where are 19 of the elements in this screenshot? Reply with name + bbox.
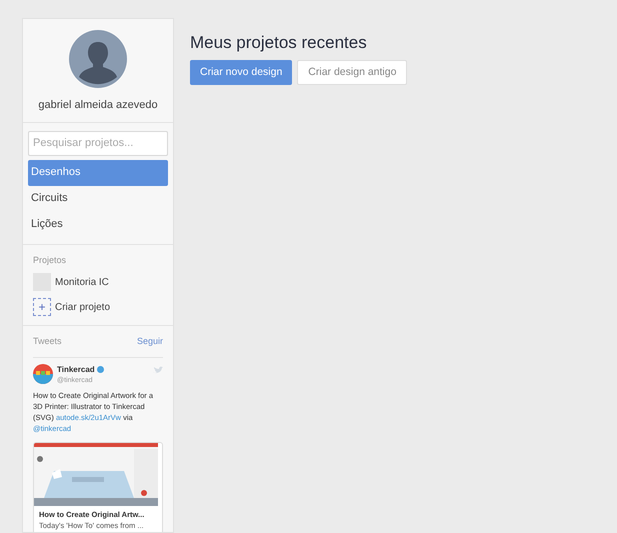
page-title: Meus projetos recentes (190, 33, 368, 53)
project-link[interactable]: Criar projeto (55, 300, 110, 314)
nav-item[interactable]: Circuits (28, 186, 168, 212)
add-icon[interactable]: + (33, 298, 51, 316)
project-link[interactable]: Monitoria IC (55, 274, 109, 290)
nav-item[interactable]: Desenhos (28, 160, 168, 186)
nav-item[interactable]: Lições (28, 212, 168, 238)
bird-icon (153, 366, 163, 374)
section-heading: Tweets (33, 335, 62, 348)
logo-icon (33, 364, 53, 384)
user-name: gabriel almeida azevedo (38, 98, 158, 113)
section-heading: Projetos (33, 254, 68, 267)
secondary-button[interactable]: Criar design antigo (297, 60, 408, 85)
verified-icon (96, 366, 104, 373)
follow-link[interactable]: Seguir (136, 335, 163, 348)
avatar-icon (69, 30, 127, 88)
create-button[interactable]: Criar novo design (190, 60, 292, 85)
search-field[interactable]: Pesquisar projetos... (28, 130, 168, 156)
tweet-author: Tinkercad (57, 364, 95, 376)
